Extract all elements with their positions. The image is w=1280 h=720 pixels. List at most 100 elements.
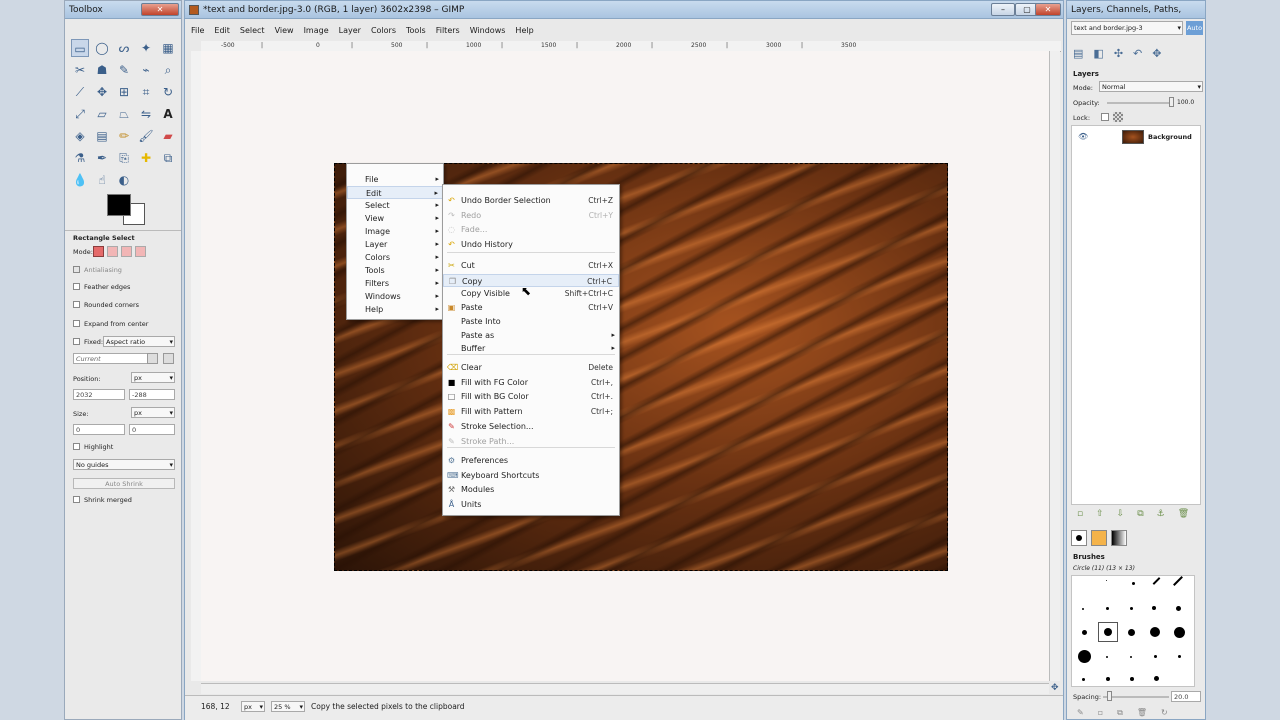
bucket-fill-icon[interactable]: ◈ (71, 127, 89, 145)
navigate-icon[interactable]: ✥ (1051, 683, 1061, 693)
anchor-layer-icon[interactable]: ⚓ (1157, 509, 1178, 519)
perspective-icon[interactable]: ⏢ (115, 105, 133, 123)
menubar-view[interactable]: View (275, 26, 294, 35)
edit-menu-buffer[interactable]: Buffer ▸ (443, 342, 619, 355)
shrink-merged-checkbox[interactable] (73, 496, 80, 503)
rect-select-icon[interactable]: ▭ (71, 39, 89, 57)
highlight-checkbox[interactable] (73, 443, 80, 450)
paths-tab-icon[interactable]: ✣ (1114, 47, 1133, 60)
size-unit-dropdown[interactable]: px (131, 407, 175, 418)
color-select-icon[interactable]: ▦ (159, 39, 177, 57)
layer-row[interactable]: 👁 Background (1072, 128, 1200, 146)
menubar-file[interactable]: File (191, 26, 204, 35)
opacity-value[interactable]: 100.0 (1177, 99, 1194, 106)
minimize-button[interactable]: – (991, 3, 1015, 16)
scale-icon[interactable]: ⤢ (71, 105, 89, 123)
position-unit-dropdown[interactable]: px (131, 372, 175, 383)
opacity-slider-track[interactable] (1107, 102, 1173, 104)
fixed-dropdown[interactable]: Aspect ratio (103, 336, 175, 347)
refresh-brush-icon[interactable]: ↻ (1161, 708, 1182, 717)
image-menu-edit[interactable]: Edit ▸ (347, 186, 443, 199)
image-menu-view[interactable]: View ▸ (347, 212, 443, 225)
menubar-help[interactable]: Help (515, 26, 533, 35)
image-menu-filters[interactable]: Filters ▸ (347, 277, 443, 290)
landscape-icon[interactable] (163, 353, 174, 364)
brushes-grid[interactable] (1071, 575, 1195, 687)
lower-layer-icon[interactable]: ⇩ (1117, 509, 1138, 519)
antialiasing-checkbox[interactable] (73, 266, 80, 273)
position-y-field[interactable]: -288 (129, 389, 175, 400)
patterns-tab-icon[interactable] (1091, 530, 1107, 546)
clone-icon[interactable]: ⎘ (115, 149, 133, 167)
canvas-area[interactable] (201, 51, 1049, 681)
duplicate-layer-icon[interactable]: ⧉ (1137, 509, 1156, 519)
rotate-icon[interactable]: ↻ (159, 83, 177, 101)
auto-shrink-button[interactable]: Auto Shrink (73, 478, 175, 489)
flip-icon[interactable]: ⇋ (137, 105, 155, 123)
edit-menu-paste-as[interactable]: Paste as ▸ (443, 329, 619, 342)
mode-add-icon[interactable] (107, 246, 118, 257)
smudge-icon[interactable]: ☝ (93, 171, 111, 189)
horizontal-scrollbar[interactable] (201, 683, 1049, 694)
text-tool-icon[interactable]: A (159, 105, 177, 123)
image-menu-tools[interactable]: Tools ▸ (347, 264, 443, 277)
size-height-field[interactable]: 0 (129, 424, 175, 435)
align-icon[interactable]: ⊞ (115, 83, 133, 101)
image-menu-select[interactable]: Select ▸ (347, 199, 443, 212)
portrait-icon[interactable] (147, 353, 158, 364)
edit-menu-fill-with-bg-color[interactable]: □ Fill with BG Color Ctrl+. (443, 390, 619, 403)
menubar-select[interactable]: Select (240, 26, 265, 35)
new-layer-icon[interactable]: ▫ (1077, 509, 1096, 519)
edit-menu-paste-into[interactable]: Paste Into (443, 315, 619, 328)
heal-icon[interactable]: ✚ (137, 149, 155, 167)
opacity-slider-handle[interactable] (1169, 97, 1174, 107)
spacing-slider-track[interactable] (1103, 696, 1169, 698)
spacing-value[interactable]: 20.0 (1171, 691, 1201, 702)
mode-subtract-icon[interactable] (121, 246, 132, 257)
image-menu-layer[interactable]: Layer ▸ (347, 238, 443, 251)
image-menu-file[interactable]: File ▸ (347, 173, 443, 186)
image-selector-dropdown[interactable]: text and border.jpg-3 (1071, 21, 1183, 35)
foreground-select-icon[interactable]: ☗ (93, 61, 111, 79)
edit-menu-preferences[interactable]: ⚙ Preferences (443, 454, 619, 467)
blur-icon[interactable]: 💧 (71, 171, 89, 189)
lock-pixels-checkbox[interactable] (1101, 113, 1109, 121)
ellipse-select-icon[interactable]: ◯ (93, 39, 111, 57)
move-icon[interactable]: ✥ (93, 83, 111, 101)
channels-tab-icon[interactable]: ◧ (1093, 47, 1113, 60)
airbrush-icon[interactable]: ⚗ (71, 149, 89, 167)
zoom-dropdown[interactable]: 25 % (271, 701, 305, 712)
free-select-icon[interactable]: ᔕ (115, 39, 133, 57)
edit-menu-modules[interactable]: ⚒ Modules (443, 483, 619, 496)
crop-icon[interactable]: ⌗ (137, 83, 155, 101)
menubar-layer[interactable]: Layer (339, 26, 361, 35)
pencil-icon[interactable]: ✏ (115, 127, 133, 145)
edit-menu-clear[interactable]: ⌫ Clear Delete (443, 361, 619, 374)
edit-menu-fill-with-pattern[interactable]: ▩ Fill with Pattern Ctrl+; (443, 405, 619, 418)
edit-menu-paste[interactable]: ▣ Paste Ctrl+V (443, 301, 619, 314)
new-brush-icon[interactable]: ▫ (1098, 708, 1117, 717)
paths-icon[interactable]: ✎ (115, 61, 133, 79)
feather-edges-checkbox[interactable] (73, 283, 80, 290)
position-x-field[interactable]: 2032 (73, 389, 125, 400)
perspective-clone-icon[interactable]: ⧉ (159, 149, 177, 167)
shear-icon[interactable]: ▱ (93, 105, 111, 123)
rounded-corners-checkbox[interactable] (73, 301, 80, 308)
zoom-icon[interactable]: ⌕ (159, 61, 177, 79)
image-menu-image[interactable]: Image ▸ (347, 225, 443, 238)
eraser-icon[interactable]: ▰ (159, 127, 177, 145)
menubar-edit[interactable]: Edit (214, 26, 230, 35)
edit-menu-stroke-selection[interactable]: ✎ Stroke Selection... (443, 420, 619, 433)
spacing-slider-handle[interactable] (1107, 691, 1112, 701)
lock-alpha-icon[interactable] (1113, 112, 1123, 122)
paintbrush-icon[interactable]: 🖌 (137, 127, 155, 145)
image-menu-colors[interactable]: Colors ▸ (347, 251, 443, 264)
brushes-tab-icon[interactable] (1071, 530, 1087, 546)
color-picker-icon[interactable]: ⌁ (137, 61, 155, 79)
menubar-filters[interactable]: Filters (436, 26, 460, 35)
close-button[interactable]: ✕ (1035, 3, 1061, 16)
edit-menu-keyboard-shortcuts[interactable]: ⌨ Keyboard Shortcuts (443, 469, 619, 482)
layers-tab-icon[interactable]: ▤ (1073, 47, 1093, 60)
duplicate-brush-icon[interactable]: ⧉ (1117, 708, 1137, 717)
current-field[interactable]: Current (73, 353, 151, 364)
